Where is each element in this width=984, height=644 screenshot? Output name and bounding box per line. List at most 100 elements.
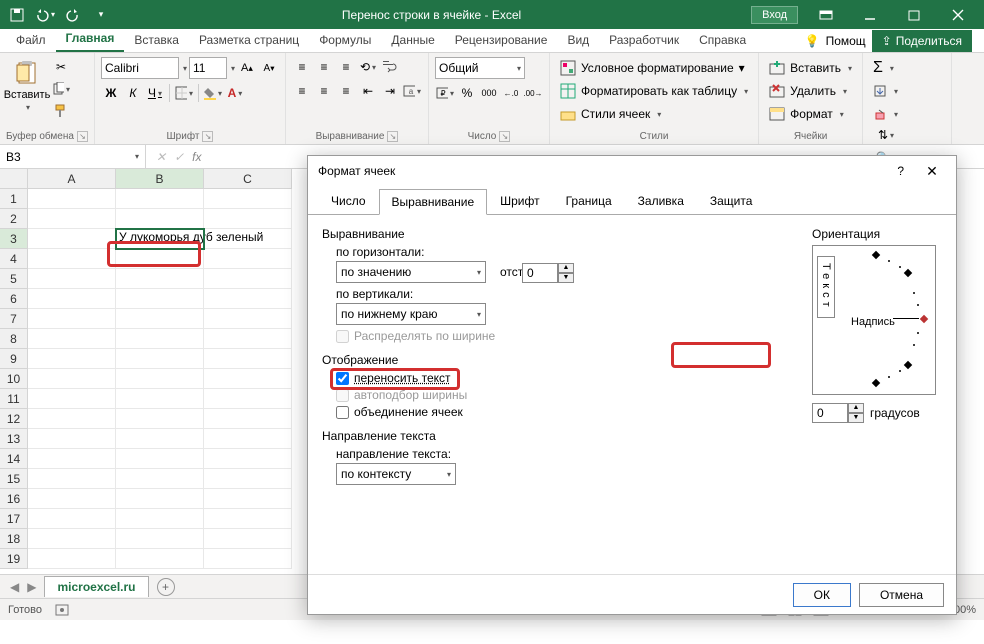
cell[interactable] [116, 269, 204, 289]
row-header[interactable]: 18 [0, 529, 28, 549]
decrease-decimal-icon[interactable]: .00→ [523, 83, 543, 103]
cell[interactable] [28, 429, 116, 449]
cell[interactable] [28, 249, 116, 269]
cell[interactable] [204, 329, 292, 349]
cell[interactable] [116, 469, 204, 489]
font-name-select[interactable] [101, 57, 179, 79]
cell[interactable] [204, 249, 292, 269]
cell[interactable] [204, 549, 292, 569]
cell[interactable] [28, 369, 116, 389]
row-header[interactable]: 1 [0, 189, 28, 209]
cell[interactable] [28, 209, 116, 229]
tab-home[interactable]: Главная [56, 28, 125, 52]
indent-spinner[interactable]: ▲▼ [522, 263, 574, 283]
dlg-tab-fill[interactable]: Заливка [625, 188, 697, 214]
clear-button[interactable]: ▾ [869, 103, 945, 125]
sort-filter-icon[interactable]: ⇅▾ [873, 125, 899, 145]
dlg-tab-number[interactable]: Число [318, 188, 379, 214]
vertical-select[interactable]: по нижнему краю▾ [336, 303, 486, 325]
borders-icon[interactable]: ▾ [174, 83, 194, 103]
merge-cells-checkbox[interactable]: объединение ячеек [336, 405, 792, 419]
increase-indent-icon[interactable]: ⇥ [380, 81, 400, 101]
sheet-nav-next-icon[interactable]: ▶ [27, 580, 36, 594]
format-painter-icon[interactable] [51, 101, 71, 121]
cell[interactable] [116, 429, 204, 449]
merge-center-icon[interactable]: a▾ [402, 81, 422, 101]
degrees-spinner[interactable]: ▲▼ [812, 403, 864, 423]
row-header[interactable]: 11 [0, 389, 28, 409]
cell[interactable] [28, 529, 116, 549]
dlg-tab-protect[interactable]: Защита [697, 188, 766, 214]
row-header[interactable]: 17 [0, 509, 28, 529]
percent-icon[interactable]: % [457, 83, 477, 103]
cell[interactable] [204, 349, 292, 369]
cell[interactable] [116, 529, 204, 549]
cell[interactable] [28, 309, 116, 329]
decrease-indent-icon[interactable]: ⇤ [358, 81, 378, 101]
cell[interactable] [116, 189, 204, 209]
font-color-icon[interactable]: A▾ [225, 83, 245, 103]
decrease-font-icon[interactable]: A▾ [259, 58, 279, 78]
alignment-launcher-icon[interactable]: ↘ [387, 131, 398, 142]
tab-review[interactable]: Рецензирование [445, 30, 558, 52]
cell-styles-button[interactable]: Стили ячеек▾ [556, 103, 752, 125]
cell[interactable] [28, 389, 116, 409]
wrap-text-icon[interactable] [380, 57, 400, 77]
dlg-tab-alignment[interactable]: Выравнивание [379, 189, 488, 215]
tellme-icon[interactable]: 💡 [805, 34, 820, 48]
horizontal-select[interactable]: по значению▾ [336, 261, 486, 283]
row-header[interactable]: 10 [0, 369, 28, 389]
cell[interactable] [204, 489, 292, 509]
number-launcher-icon[interactable]: ↘ [499, 131, 510, 142]
cell[interactable] [28, 489, 116, 509]
font-launcher-icon[interactable]: ↘ [202, 131, 213, 142]
tellme-label[interactable]: Помощ [826, 34, 866, 48]
cell[interactable] [204, 469, 292, 489]
cell[interactable] [116, 549, 204, 569]
row-header[interactable]: 7 [0, 309, 28, 329]
cell[interactable] [28, 549, 116, 569]
cell[interactable] [204, 189, 292, 209]
row-header[interactable]: 19 [0, 549, 28, 569]
share-button[interactable]: ⇪Поделиться [872, 30, 972, 52]
cut-icon[interactable]: ✂ [51, 57, 71, 77]
tab-help[interactable]: Справка [689, 30, 756, 52]
qat-customize-icon[interactable]: ▾ [90, 4, 112, 26]
row-header[interactable]: 13 [0, 429, 28, 449]
cell[interactable] [28, 329, 116, 349]
italic-button[interactable]: К [123, 83, 143, 103]
cell[interactable] [204, 409, 292, 429]
col-header[interactable]: C [204, 169, 292, 189]
col-header[interactable]: B [116, 169, 204, 189]
save-icon[interactable] [6, 4, 28, 26]
cell[interactable] [116, 389, 204, 409]
increase-decimal-icon[interactable]: ←.0 [501, 83, 521, 103]
cell[interactable] [116, 209, 204, 229]
increase-font-icon[interactable]: A▴ [237, 58, 257, 78]
orientation-control[interactable]: Текст Надпись [812, 245, 936, 395]
cancel-edit-icon[interactable]: ✕ [156, 150, 166, 164]
name-box[interactable]: ▾ [0, 145, 146, 168]
add-sheet-button[interactable]: + [157, 578, 175, 596]
select-all-corner[interactable] [0, 169, 28, 189]
wrap-text-checkbox[interactable]: переносить текст [336, 371, 792, 385]
cell[interactable] [204, 449, 292, 469]
fill-button[interactable]: ▾ [869, 80, 945, 102]
cell[interactable] [28, 289, 116, 309]
cell[interactable] [204, 389, 292, 409]
sheet-tab[interactable]: microexcel.ru [44, 576, 148, 597]
cell[interactable] [116, 369, 204, 389]
redo-icon[interactable] [62, 4, 84, 26]
cell[interactable] [116, 449, 204, 469]
format-as-table-button[interactable]: Форматировать как таблицу▾ [556, 80, 752, 102]
cell[interactable] [28, 409, 116, 429]
cell[interactable] [204, 269, 292, 289]
dlg-tab-font[interactable]: Шрифт [487, 188, 552, 214]
fx-icon[interactable]: fx [192, 150, 201, 164]
conditional-formatting-button[interactable]: Условное форматирование▾ [556, 57, 752, 79]
minimize-icon[interactable] [850, 4, 890, 26]
comma-style-icon[interactable]: 000 [479, 83, 499, 103]
close-icon[interactable] [938, 4, 978, 26]
dlg-tab-border[interactable]: Граница [553, 188, 625, 214]
cell[interactable] [204, 529, 292, 549]
